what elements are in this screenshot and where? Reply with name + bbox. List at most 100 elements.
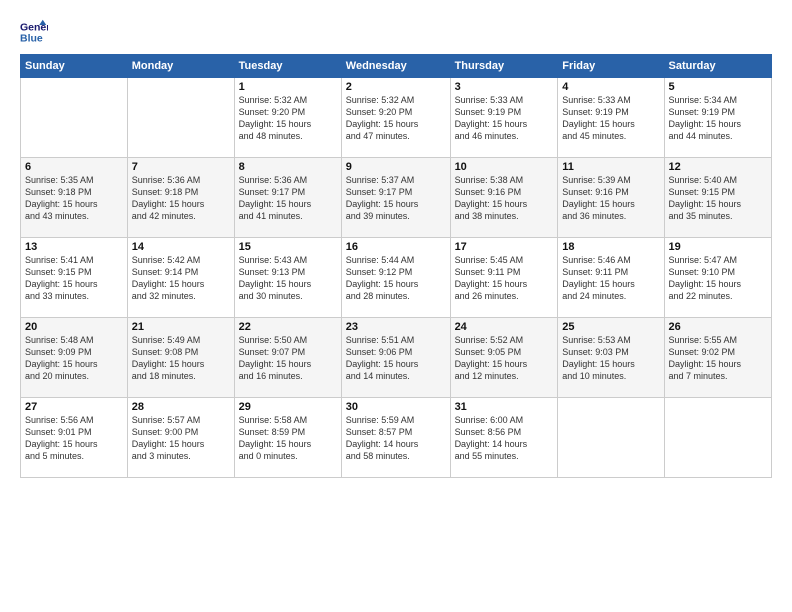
- week-row-4: 20Sunrise: 5:48 AM Sunset: 9:09 PM Dayli…: [21, 318, 772, 398]
- day-info: Sunrise: 5:33 AM Sunset: 9:19 PM Dayligh…: [455, 94, 554, 143]
- day-info: Sunrise: 5:44 AM Sunset: 9:12 PM Dayligh…: [346, 254, 446, 303]
- day-info: Sunrise: 5:47 AM Sunset: 9:10 PM Dayligh…: [669, 254, 767, 303]
- day-info: Sunrise: 5:53 AM Sunset: 9:03 PM Dayligh…: [562, 334, 659, 383]
- calendar-cell: 2Sunrise: 5:32 AM Sunset: 9:20 PM Daylig…: [341, 78, 450, 158]
- day-info: Sunrise: 5:50 AM Sunset: 9:07 PM Dayligh…: [239, 334, 337, 383]
- svg-text:Blue: Blue: [20, 33, 43, 45]
- calendar-header-row: SundayMondayTuesdayWednesdayThursdayFrid…: [21, 55, 772, 78]
- day-info: Sunrise: 5:37 AM Sunset: 9:17 PM Dayligh…: [346, 174, 446, 223]
- day-number: 2: [346, 81, 446, 93]
- day-number: 4: [562, 81, 659, 93]
- day-number: 17: [455, 241, 554, 253]
- calendar-cell: 20Sunrise: 5:48 AM Sunset: 9:09 PM Dayli…: [21, 318, 128, 398]
- day-info: Sunrise: 5:36 AM Sunset: 9:17 PM Dayligh…: [239, 174, 337, 223]
- calendar-cell: 26Sunrise: 5:55 AM Sunset: 9:02 PM Dayli…: [664, 318, 771, 398]
- day-info: Sunrise: 5:38 AM Sunset: 9:16 PM Dayligh…: [455, 174, 554, 223]
- day-number: 28: [132, 401, 230, 413]
- day-info: Sunrise: 5:51 AM Sunset: 9:06 PM Dayligh…: [346, 334, 446, 383]
- day-info: Sunrise: 5:41 AM Sunset: 9:15 PM Dayligh…: [25, 254, 123, 303]
- calendar-cell: 24Sunrise: 5:52 AM Sunset: 9:05 PM Dayli…: [450, 318, 558, 398]
- header-tuesday: Tuesday: [234, 55, 341, 78]
- logo-icon: General Blue: [20, 18, 48, 46]
- day-info: Sunrise: 5:33 AM Sunset: 9:19 PM Dayligh…: [562, 94, 659, 143]
- calendar-cell: 29Sunrise: 5:58 AM Sunset: 8:59 PM Dayli…: [234, 398, 341, 478]
- calendar-cell: 16Sunrise: 5:44 AM Sunset: 9:12 PM Dayli…: [341, 238, 450, 318]
- day-number: 15: [239, 241, 337, 253]
- calendar-cell: 14Sunrise: 5:42 AM Sunset: 9:14 PM Dayli…: [127, 238, 234, 318]
- calendar-cell: 11Sunrise: 5:39 AM Sunset: 9:16 PM Dayli…: [558, 158, 664, 238]
- calendar-cell: 10Sunrise: 5:38 AM Sunset: 9:16 PM Dayli…: [450, 158, 558, 238]
- calendar-cell: 30Sunrise: 5:59 AM Sunset: 8:57 PM Dayli…: [341, 398, 450, 478]
- calendar-cell: 28Sunrise: 5:57 AM Sunset: 9:00 PM Dayli…: [127, 398, 234, 478]
- calendar-cell: 25Sunrise: 5:53 AM Sunset: 9:03 PM Dayli…: [558, 318, 664, 398]
- day-info: Sunrise: 6:00 AM Sunset: 8:56 PM Dayligh…: [455, 414, 554, 463]
- day-number: 9: [346, 161, 446, 173]
- calendar-cell: 6Sunrise: 5:35 AM Sunset: 9:18 PM Daylig…: [21, 158, 128, 238]
- day-info: Sunrise: 5:57 AM Sunset: 9:00 PM Dayligh…: [132, 414, 230, 463]
- calendar-cell: 18Sunrise: 5:46 AM Sunset: 9:11 PM Dayli…: [558, 238, 664, 318]
- calendar-cell: 21Sunrise: 5:49 AM Sunset: 9:08 PM Dayli…: [127, 318, 234, 398]
- header-saturday: Saturday: [664, 55, 771, 78]
- day-number: 22: [239, 321, 337, 333]
- day-info: Sunrise: 5:49 AM Sunset: 9:08 PM Dayligh…: [132, 334, 230, 383]
- day-info: Sunrise: 5:59 AM Sunset: 8:57 PM Dayligh…: [346, 414, 446, 463]
- day-number: 16: [346, 241, 446, 253]
- calendar-cell: 13Sunrise: 5:41 AM Sunset: 9:15 PM Dayli…: [21, 238, 128, 318]
- header-wednesday: Wednesday: [341, 55, 450, 78]
- day-info: Sunrise: 5:39 AM Sunset: 9:16 PM Dayligh…: [562, 174, 659, 223]
- calendar-cell: 5Sunrise: 5:34 AM Sunset: 9:19 PM Daylig…: [664, 78, 771, 158]
- day-number: 19: [669, 241, 767, 253]
- day-number: 30: [346, 401, 446, 413]
- week-row-3: 13Sunrise: 5:41 AM Sunset: 9:15 PM Dayli…: [21, 238, 772, 318]
- day-number: 10: [455, 161, 554, 173]
- calendar-cell: 12Sunrise: 5:40 AM Sunset: 9:15 PM Dayli…: [664, 158, 771, 238]
- day-number: 20: [25, 321, 123, 333]
- day-info: Sunrise: 5:46 AM Sunset: 9:11 PM Dayligh…: [562, 254, 659, 303]
- day-info: Sunrise: 5:48 AM Sunset: 9:09 PM Dayligh…: [25, 334, 123, 383]
- week-row-5: 27Sunrise: 5:56 AM Sunset: 9:01 PM Dayli…: [21, 398, 772, 478]
- day-info: Sunrise: 5:55 AM Sunset: 9:02 PM Dayligh…: [669, 334, 767, 383]
- day-number: 31: [455, 401, 554, 413]
- day-info: Sunrise: 5:42 AM Sunset: 9:14 PM Dayligh…: [132, 254, 230, 303]
- calendar-cell: 19Sunrise: 5:47 AM Sunset: 9:10 PM Dayli…: [664, 238, 771, 318]
- day-number: 23: [346, 321, 446, 333]
- calendar-cell: 31Sunrise: 6:00 AM Sunset: 8:56 PM Dayli…: [450, 398, 558, 478]
- day-number: 11: [562, 161, 659, 173]
- day-number: 5: [669, 81, 767, 93]
- day-number: 8: [239, 161, 337, 173]
- day-number: 25: [562, 321, 659, 333]
- week-row-1: 1Sunrise: 5:32 AM Sunset: 9:20 PM Daylig…: [21, 78, 772, 158]
- day-info: Sunrise: 5:34 AM Sunset: 9:19 PM Dayligh…: [669, 94, 767, 143]
- day-number: 7: [132, 161, 230, 173]
- day-info: Sunrise: 5:43 AM Sunset: 9:13 PM Dayligh…: [239, 254, 337, 303]
- calendar-cell: 8Sunrise: 5:36 AM Sunset: 9:17 PM Daylig…: [234, 158, 341, 238]
- day-number: 26: [669, 321, 767, 333]
- day-number: 29: [239, 401, 337, 413]
- day-info: Sunrise: 5:36 AM Sunset: 9:18 PM Dayligh…: [132, 174, 230, 223]
- day-info: Sunrise: 5:32 AM Sunset: 9:20 PM Dayligh…: [346, 94, 446, 143]
- day-number: 18: [562, 241, 659, 253]
- day-number: 24: [455, 321, 554, 333]
- day-number: 6: [25, 161, 123, 173]
- calendar-cell: [558, 398, 664, 478]
- calendar-cell: [664, 398, 771, 478]
- day-number: 14: [132, 241, 230, 253]
- week-row-2: 6Sunrise: 5:35 AM Sunset: 9:18 PM Daylig…: [21, 158, 772, 238]
- header-friday: Friday: [558, 55, 664, 78]
- day-number: 27: [25, 401, 123, 413]
- header-monday: Monday: [127, 55, 234, 78]
- calendar-cell: 1Sunrise: 5:32 AM Sunset: 9:20 PM Daylig…: [234, 78, 341, 158]
- day-info: Sunrise: 5:58 AM Sunset: 8:59 PM Dayligh…: [239, 414, 337, 463]
- calendar-cell: 4Sunrise: 5:33 AM Sunset: 9:19 PM Daylig…: [558, 78, 664, 158]
- calendar-cell: [127, 78, 234, 158]
- day-info: Sunrise: 5:52 AM Sunset: 9:05 PM Dayligh…: [455, 334, 554, 383]
- calendar-cell: 7Sunrise: 5:36 AM Sunset: 9:18 PM Daylig…: [127, 158, 234, 238]
- calendar-cell: 9Sunrise: 5:37 AM Sunset: 9:17 PM Daylig…: [341, 158, 450, 238]
- calendar-cell: 15Sunrise: 5:43 AM Sunset: 9:13 PM Dayli…: [234, 238, 341, 318]
- day-info: Sunrise: 5:35 AM Sunset: 9:18 PM Dayligh…: [25, 174, 123, 223]
- day-number: 21: [132, 321, 230, 333]
- header-sunday: Sunday: [21, 55, 128, 78]
- day-info: Sunrise: 5:56 AM Sunset: 9:01 PM Dayligh…: [25, 414, 123, 463]
- page-header: General Blue: [20, 18, 772, 46]
- header-thursday: Thursday: [450, 55, 558, 78]
